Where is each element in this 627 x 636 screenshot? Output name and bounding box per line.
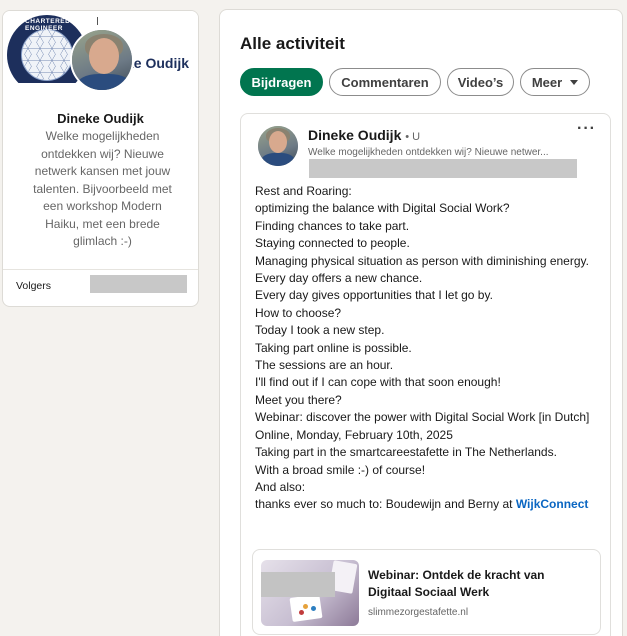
- ellipsis-icon[interactable]: ···: [577, 120, 596, 138]
- mention-link[interactable]: WijkConnect: [516, 497, 589, 511]
- post-card: Dineke Oudijk • U Welke mogelijkheden on…: [240, 113, 611, 636]
- post-line: Taking part in the smartcareestafette in…: [255, 445, 557, 460]
- post-line: Every day offers a new chance.: [255, 271, 423, 286]
- post-line: The sessions are an hour.: [255, 358, 394, 373]
- post-line: Taking part online is possible.: [255, 340, 412, 355]
- filter-posts-button[interactable]: Bijdragen: [240, 68, 323, 96]
- divider: [3, 269, 198, 270]
- redacted-followers-count: [90, 275, 187, 293]
- filter-comments-button[interactable]: Commentaren: [329, 68, 441, 96]
- caret-down-icon: [570, 79, 579, 85]
- post-line: optimizing the balance with Digital Soci…: [255, 201, 510, 216]
- filter-more-dropdown[interactable]: Meer: [520, 68, 590, 96]
- post-line: Webinar: discover the power with Digital…: [255, 410, 590, 425]
- redacted-thumbnail-area: [261, 572, 335, 597]
- post-line: Staying connected to people.: [255, 236, 410, 251]
- filter-label: Video’s: [457, 74, 504, 90]
- avatar[interactable]: [70, 28, 134, 92]
- author-name-text: Dineke Oudijk: [308, 127, 402, 143]
- post-line-text: thanks ever so much to: Boudewijn and Be…: [255, 497, 516, 512]
- link-domain: slimmezorgestafette.nl: [368, 607, 469, 618]
- post-line: Managing physical situation as person wi…: [255, 253, 589, 268]
- post-line: Online, Monday, February 10th, 2025: [255, 427, 453, 442]
- link-title: Webinar: Ontdek de kracht van Digitaal S…: [368, 568, 545, 599]
- redacted-post-meta: [309, 159, 577, 178]
- link-preview-thumbnail: [261, 560, 359, 626]
- filter-videos-button[interactable]: Video’s: [447, 68, 514, 96]
- filter-label: Commentaren: [341, 74, 429, 90]
- post-line: With a broad smile :-) of course!: [255, 462, 426, 477]
- post-line: How to choose?: [255, 305, 342, 320]
- filter-label: Bijdragen: [251, 74, 312, 90]
- post-line: And also:: [255, 479, 306, 494]
- post-author-name[interactable]: Dineke Oudijk • U: [308, 127, 420, 143]
- post-line: I'll find out if I can cope with that so…: [255, 375, 501, 390]
- link-preview-card[interactable]: Webinar: Ontdek de kracht van Digitaal S…: [252, 549, 601, 635]
- profile-headline: Welke mogelijkheden ontdekken wij? Nieuw…: [33, 129, 172, 248]
- post-line: Today I took a new step.: [255, 323, 385, 338]
- post-line: Rest and Roaring:: [255, 184, 352, 198]
- banner-title: ke Oudijk: [126, 55, 190, 71]
- post-line-last: thanks ever so much to: Boudewijn and Be…: [255, 496, 605, 513]
- post-line: Finding chances to take part.: [255, 218, 410, 233]
- post-body: Rest and Roaring: optimizing the balance…: [255, 183, 605, 514]
- post-line: Meet you there?: [255, 392, 342, 407]
- profile-name[interactable]: Dineke Oudijk: [3, 111, 198, 126]
- profile-card: CHARTERED ENGINEER ke Oudijk Dineke Oudi…: [2, 10, 199, 307]
- post-author-avatar[interactable]: [258, 126, 298, 166]
- activity-card: Alle activiteit Bijdragen Commentaren Vi…: [219, 9, 623, 636]
- post-line: Every day gives opportunities that I let…: [255, 288, 493, 303]
- followers-label[interactable]: Volgers: [16, 280, 51, 292]
- connection-degree: • U: [405, 131, 421, 143]
- page-title: Alle activiteit: [240, 34, 345, 53]
- post-author-subtitle: Welke mogelijkheden ontdekken wij? Nieuw…: [308, 147, 549, 158]
- filter-label: Meer: [531, 74, 563, 90]
